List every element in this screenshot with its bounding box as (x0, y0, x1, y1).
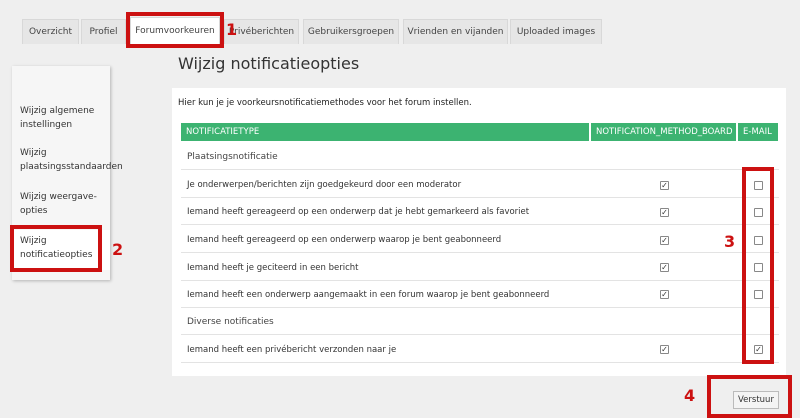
row-divider (181, 252, 779, 253)
tab-bar: Overzicht Profiel Forumvoorkeuren Privéb… (0, 0, 800, 44)
column-header-notificatietype: NOTIFICATIETYPE (181, 123, 590, 141)
column-header-board: NOTIFICATION_METHOD_BOARD (591, 123, 737, 141)
annotation-number-3: 3 (724, 232, 736, 251)
column-header-email: E-MAIL (738, 123, 779, 141)
board-checkbox[interactable] (660, 181, 669, 190)
board-checkbox[interactable] (660, 290, 669, 299)
table-row-label: Iemand heeft een onderwerp aangemaakt in… (187, 290, 550, 300)
row-divider (181, 334, 779, 335)
row-divider (181, 169, 779, 170)
page-title: Wijzig notificatieopties (178, 54, 360, 73)
row-divider (181, 307, 779, 308)
table-row-label: Iemand heeft gereageerd op een onderwerp… (187, 207, 530, 217)
tab-gebruikersgroepen[interactable]: Gebruikersgroepen (303, 19, 399, 44)
annotation-box-2 (10, 225, 102, 272)
row-divider (181, 362, 779, 363)
tab-profiel[interactable]: Profiel (81, 19, 126, 44)
annotation-box-1 (126, 12, 224, 48)
row-divider (181, 197, 779, 198)
row-divider (181, 280, 779, 281)
tab-overzicht[interactable]: Overzicht (22, 19, 79, 44)
board-checkbox[interactable] (660, 263, 669, 272)
annotation-number-2: 2 (112, 240, 124, 259)
board-checkbox[interactable] (660, 236, 669, 245)
table-row-label: Je onderwerpen/berichten zijn goedgekeur… (187, 180, 462, 190)
annotation-box-3 (742, 167, 774, 364)
annotation-number-1: 1 (226, 20, 238, 39)
table-row-label: Iemand heeft gereageerd op een onderwerp… (187, 235, 502, 245)
row-divider (181, 224, 779, 225)
table-row-label: Iemand heeft een privébericht verzonden … (187, 345, 397, 355)
group-heading-plaatsingsnotificatie: Plaatsingsnotificatie (187, 152, 278, 162)
sidebar-item-plaatsingsstandaarden[interactable]: Wijzig plaatsingsstandaarden (20, 146, 123, 174)
intro-text: Hier kun je je voorkeursnotificatiemetho… (178, 98, 472, 108)
sidebar-item-weergave-opties[interactable]: Wijzig weergave-opties (20, 190, 108, 218)
board-checkbox[interactable] (660, 345, 669, 354)
table-row-label: Iemand heeft je geciteerd in een bericht (187, 263, 359, 273)
tab-vrienden-en-vijanden[interactable]: Vrienden en vijanden (403, 19, 508, 44)
annotation-box-4 (707, 375, 792, 418)
tab-uploaded-images[interactable]: Uploaded images (510, 19, 602, 44)
group-heading-diverse-notificaties: Diverse notificaties (187, 317, 274, 327)
board-checkbox[interactable] (660, 208, 669, 217)
sidebar-item-algemene-instellingen[interactable]: Wijzig algemene instellingen (20, 104, 108, 132)
annotation-number-4: 4 (684, 386, 696, 405)
